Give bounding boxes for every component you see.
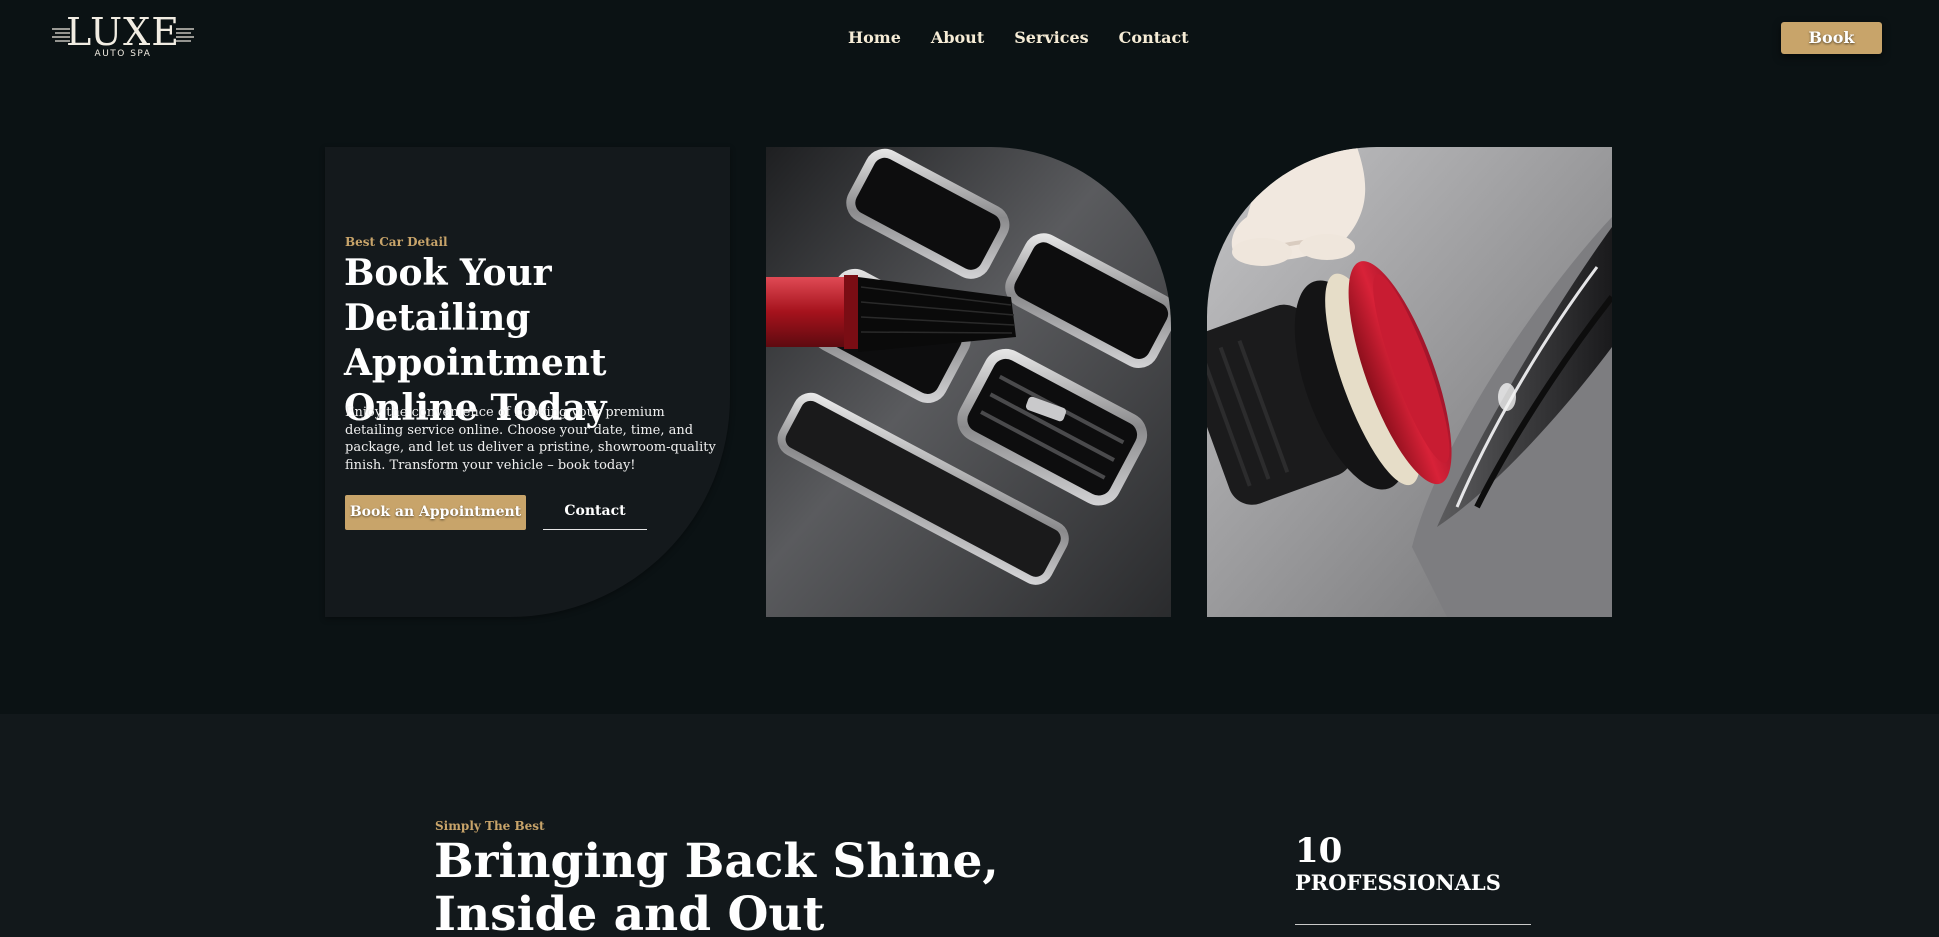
nav-services[interactable]: Services: [1014, 28, 1088, 48]
hero-section: Best Car Detail Book Your Detailing Appo…: [0, 80, 1939, 714]
logo-subtext: AUTO SPA: [94, 49, 152, 59]
nav-about[interactable]: About: [931, 28, 984, 48]
nav-home[interactable]: Home: [848, 28, 901, 48]
stat-professionals: 10 PROFESSIONALS: [1295, 832, 1531, 925]
main-nav: Home About Services Contact: [848, 28, 1189, 48]
stat-label: PROFESSIONALS: [1295, 870, 1501, 895]
hero-title-line: Appointment: [344, 342, 607, 384]
hero-card: Best Car Detail Book Your Detailing Appo…: [325, 147, 730, 617]
section-title-line: Inside and Out: [434, 887, 825, 937]
hero-title-line: Book Your Detailing: [344, 252, 552, 339]
hero-eyebrow: Best Car Detail: [345, 235, 448, 249]
nav-contact[interactable]: Contact: [1119, 28, 1189, 48]
polisher-image: [1207, 147, 1612, 617]
luxe-logo[interactable]: LUXE AUTO SPA: [52, 13, 194, 63]
vent-detailing-image: [766, 147, 1171, 617]
about-preview-section: Simply The Best Bringing Back Shine, Ins…: [0, 714, 1939, 937]
section-eyebrow: Simply The Best: [435, 819, 545, 833]
header-book-button[interactable]: Book: [1781, 22, 1882, 54]
section-title: Bringing Back Shine, Inside and Out: [434, 835, 1134, 937]
contact-button[interactable]: Contact: [543, 495, 647, 530]
book-appointment-button[interactable]: Book an Appointment: [345, 495, 526, 530]
logo-wordmark: LUXE: [66, 10, 180, 54]
section-title-line: Bringing Back Shine,: [434, 834, 999, 889]
stat-number: 10: [1295, 831, 1343, 871]
hero-description: Enjoy the convenience of booking your pr…: [345, 405, 716, 473]
site-header: LUXE AUTO SPA Home About Services Contac…: [0, 0, 1939, 80]
